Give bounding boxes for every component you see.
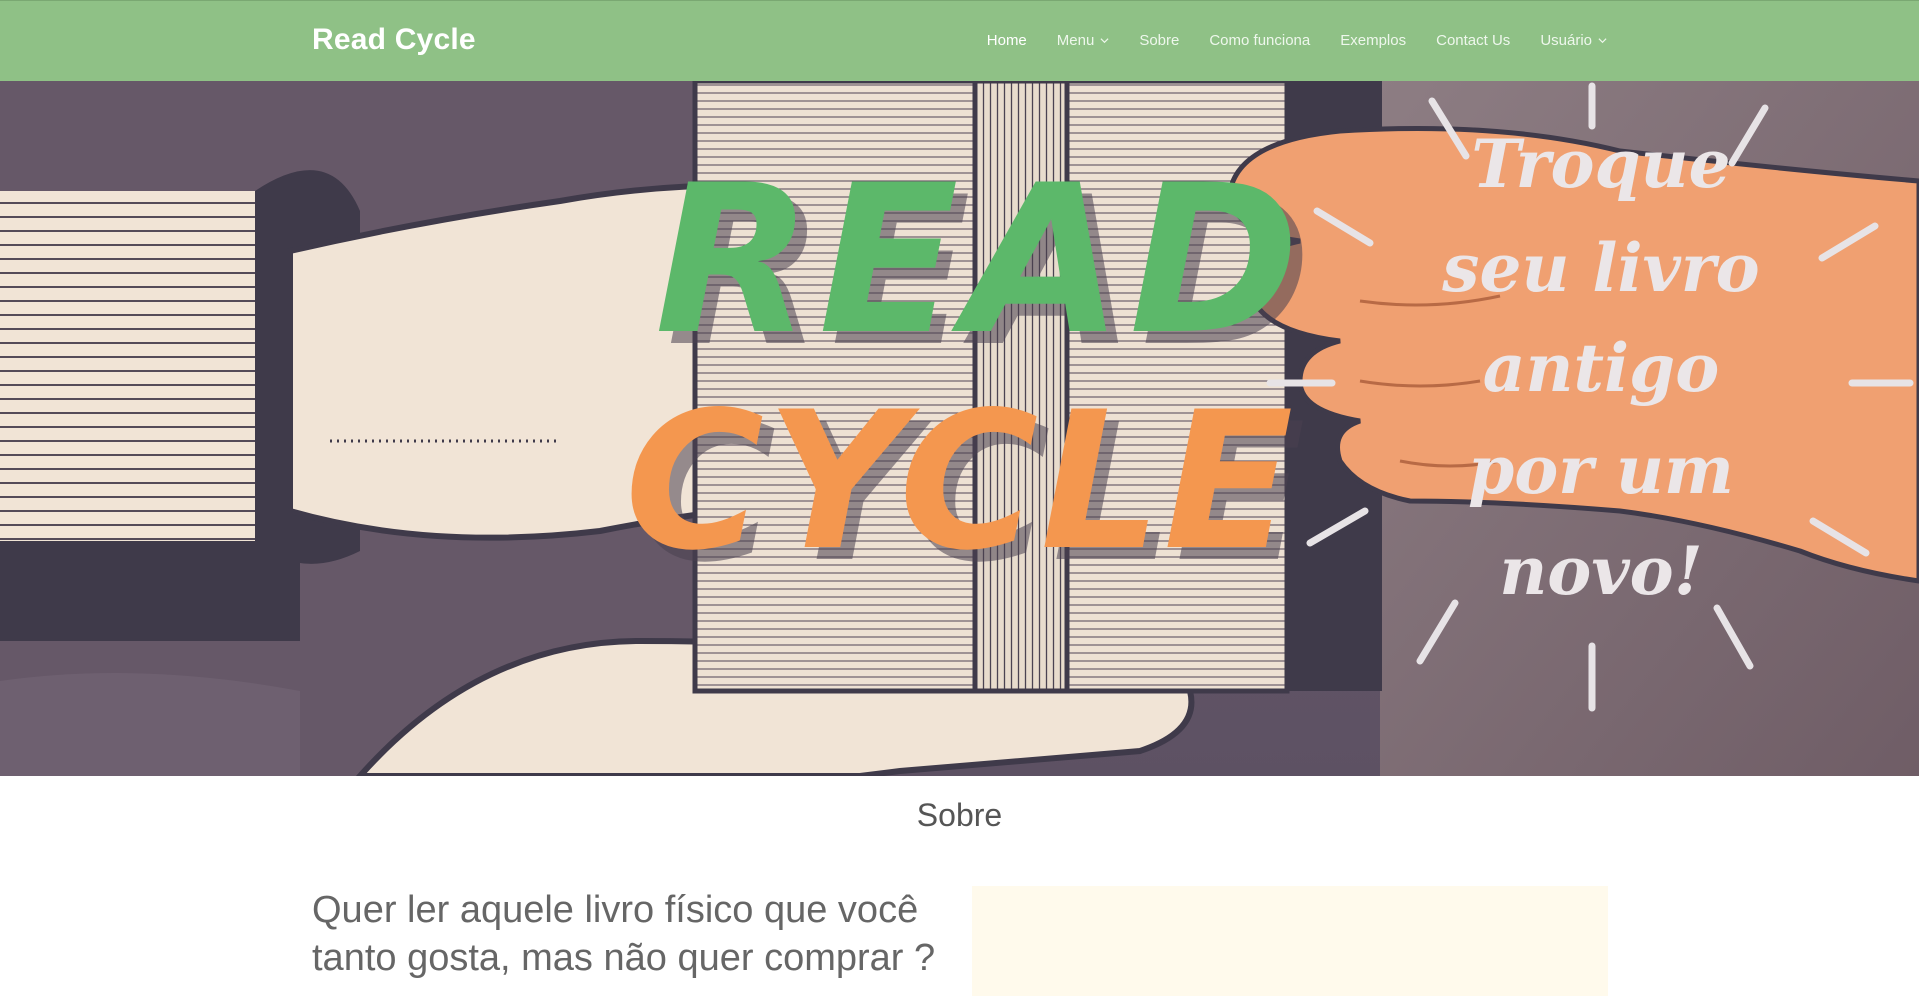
tagline-line: Troque [1471, 125, 1730, 203]
main-nav: Home Menu Sobre Como funciona Exemplos C… [957, 32, 1607, 49]
nav-item-sobre[interactable]: Sobre [1139, 32, 1179, 49]
nav-item-label: Como funciona [1209, 32, 1311, 49]
brand-logo-link[interactable]: Read Cycle [312, 23, 476, 57]
tagline-line: por um [1468, 431, 1734, 509]
tagline-line: antigo [1483, 329, 1719, 407]
chevron-down-icon [1598, 38, 1607, 44]
chevron-down-icon [1100, 38, 1109, 44]
tagline-line: novo! [1499, 532, 1702, 610]
nav-item-label: Menu [1056, 32, 1095, 49]
nav-item-label: Home [986, 32, 1027, 49]
nav-item-menu[interactable]: Menu [1057, 32, 1110, 49]
nav-item-label: Exemplos [1340, 32, 1407, 49]
nav-item-label: Contact Us [1436, 32, 1511, 49]
nav-item-exemplos[interactable]: Exemplos [1340, 32, 1406, 49]
hero-logo-cycle: CYCLE [625, 371, 1296, 592]
navbar: Read Cycle Home Menu Sobre Como funciona… [0, 0, 1919, 81]
content-panel [972, 886, 1608, 996]
intro-text: Quer ler aquele livro físico que você ta… [312, 889, 936, 979]
tagline-line: seu livro [1441, 229, 1759, 307]
nav-item-contact-us[interactable]: Contact Us [1436, 32, 1510, 49]
nav-item-como-funciona[interactable]: Como funciona [1209, 32, 1310, 49]
hero-illustration: READ READ CYCLE CYCLE Troque seu livro a… [0, 81, 1919, 776]
hero-banner: READ READ CYCLE CYCLE Troque seu livro a… [0, 81, 1919, 776]
hero-logo-read: READ [655, 142, 1306, 380]
nav-item-label: Sobre [1139, 32, 1180, 49]
nav-item-usuario[interactable]: Usuário [1540, 32, 1607, 49]
nav-item-home[interactable]: Home [987, 32, 1027, 49]
nav-item-label: Usuário [1540, 32, 1592, 49]
section-title-sobre: Sobre [916, 797, 1003, 833]
